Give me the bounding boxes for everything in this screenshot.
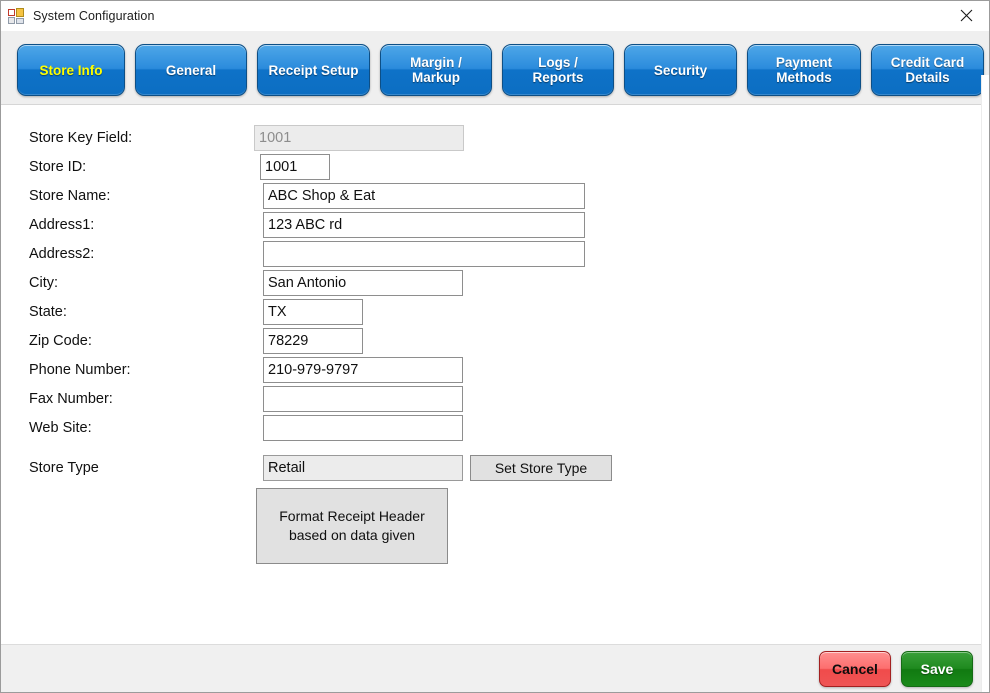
input-fax-number[interactable] <box>263 386 463 412</box>
label-city: City: <box>29 275 58 291</box>
input-store-type <box>263 455 463 481</box>
label-store-type: Store Type <box>29 460 99 476</box>
label-address2: Address2: <box>29 246 95 262</box>
input-address1[interactable] <box>263 212 585 238</box>
tab-general[interactable]: General <box>135 44 247 96</box>
save-button[interactable]: Save <box>901 650 973 687</box>
system-configuration-window: System Configuration Store Info General Re… <box>0 0 990 693</box>
input-store-key-field <box>254 125 464 151</box>
input-store-name[interactable] <box>263 183 585 209</box>
tab-credit-card-details[interactable]: Credit Card Details <box>871 44 984 96</box>
panel-right-edge <box>981 75 989 692</box>
dialog-footer: Cancel Save <box>1 644 989 692</box>
tab-security[interactable]: Security <box>624 44 737 96</box>
store-info-panel: Store Key Field: Store ID: Store Name: Addr… <box>9 105 981 644</box>
tab-receipt-setup[interactable]: Receipt Setup <box>257 44 370 96</box>
tab-payment-methods[interactable]: Payment Methods <box>747 44 861 96</box>
label-address1: Address1: <box>29 217 95 233</box>
input-web-site[interactable] <box>263 415 463 441</box>
application-config-icon <box>8 8 24 24</box>
label-store-name: Store Name: <box>29 188 111 204</box>
input-phone-number[interactable] <box>263 357 463 383</box>
format-receipt-header-button[interactable]: Format Receipt Header based on data give… <box>256 488 448 564</box>
cancel-button[interactable]: Cancel <box>819 650 891 687</box>
label-fax-number: Fax Number: <box>29 391 113 407</box>
input-store-id[interactable] <box>260 154 330 180</box>
label-store-id: Store ID: <box>29 159 87 175</box>
label-zip-code: Zip Code: <box>29 333 92 349</box>
tab-margin-markup[interactable]: Margin / Markup <box>380 44 492 96</box>
input-state[interactable] <box>263 299 363 325</box>
close-icon[interactable] <box>944 1 989 30</box>
tab-strip: Store Info General Receipt Setup Margin / M… <box>1 31 989 105</box>
input-zip-code[interactable] <box>263 328 363 354</box>
title-bar: System Configuration <box>1 1 989 31</box>
tab-logs-reports[interactable]: Logs / Reports <box>502 44 614 96</box>
label-state: State: <box>29 304 67 320</box>
input-city[interactable] <box>263 270 463 296</box>
window-title: System Configuration <box>33 9 155 23</box>
label-store-key-field: Store Key Field: <box>29 130 133 146</box>
label-phone-number: Phone Number: <box>29 362 131 378</box>
input-address2[interactable] <box>263 241 585 267</box>
set-store-type-button[interactable]: Set Store Type <box>470 455 612 481</box>
tab-store-info[interactable]: Store Info <box>17 44 125 96</box>
label-web-site: Web Site: <box>29 420 92 436</box>
